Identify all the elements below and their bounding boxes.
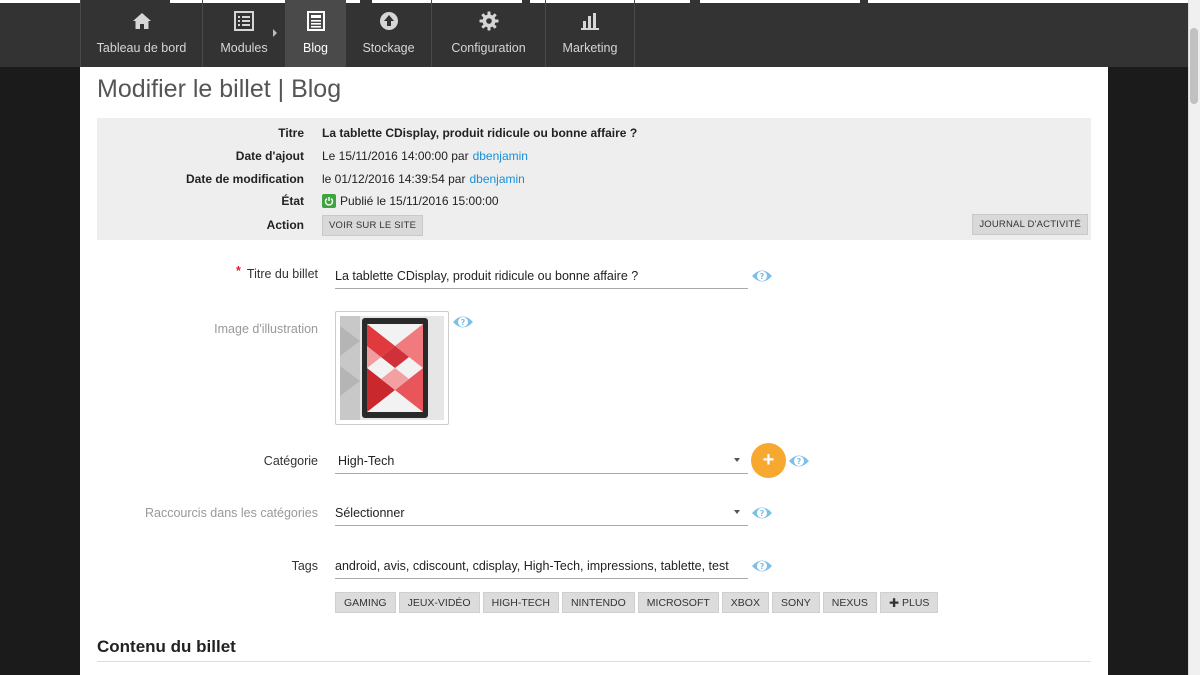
tag-button[interactable]: MICROSOFT — [637, 592, 719, 613]
page-title: Modifier le billet | Blog — [97, 75, 342, 103]
category-select-value: High-Tech — [338, 453, 395, 468]
svg-text:?: ? — [760, 272, 765, 281]
plus-icon: ✚ — [888, 595, 899, 610]
post-title-input[interactable]: La tablette CDisplay, produit ridicule o… — [335, 263, 748, 289]
scrollbar-thumb[interactable] — [1190, 28, 1198, 104]
nav-label: Blog — [302, 41, 329, 55]
meta-value: le 01/12/2016 14:39:54 par dbenjamin — [322, 172, 525, 186]
upload-icon — [379, 10, 399, 32]
post-title-value: La tablette CDisplay, produit ridicule o… — [322, 126, 638, 140]
editor-link[interactable]: dbenjamin — [469, 172, 524, 186]
view-on-site-button[interactable]: VOIR SUR LE SITE — [322, 214, 424, 236]
tags-input-value: android, avis, cdiscount, cdisplay, High… — [335, 558, 729, 573]
post-title-label-text: Titre du billet — [246, 267, 318, 281]
svg-text:?: ? — [760, 562, 765, 571]
meta-row-action: Action VOIR SUR LE SITE — [97, 214, 424, 236]
category-shortcuts-select[interactable]: Sélectionner — [335, 500, 748, 526]
nav-item-modules[interactable]: Modules — [202, 0, 285, 67]
tag-button[interactable]: HIGH-TECH — [482, 592, 559, 613]
meta-row-date-ajout: Date d'ajout Le 15/11/2016 14:00:00 par … — [97, 146, 528, 166]
category-shortcuts-value: Sélectionner — [335, 505, 405, 520]
meta-label: Date de modification — [185, 172, 304, 186]
help-icon[interactable]: ? — [452, 312, 474, 332]
more-tags-label: PLUS — [902, 596, 930, 609]
meta-row-date-modification: Date de modification le 01/12/2016 14:39… — [97, 169, 525, 189]
category-shortcuts-label: Raccourcis dans les catégories — [145, 506, 318, 520]
chevron-right-icon — [273, 29, 277, 37]
svg-text:?: ? — [760, 509, 765, 518]
meta-value: Le 15/11/2016 14:00:00 par dbenjamin — [322, 149, 528, 163]
top-navigation-bar: Tableau de bord Modules Blog Stockage Co… — [0, 0, 1188, 67]
tablet-photo — [340, 316, 444, 420]
nav-item-tableau-de-bord[interactable]: Tableau de bord — [80, 0, 202, 67]
divider — [97, 661, 1091, 662]
blog-icon — [306, 10, 325, 32]
date-ajout-value: Le 15/11/2016 14:00:00 par — [322, 149, 469, 163]
meta-value: VOIR SUR LE SITE — [322, 214, 424, 236]
nav-label: Tableau de bord — [96, 41, 187, 55]
svg-text:?: ? — [797, 457, 802, 466]
tag-button[interactable]: NINTENDO — [561, 592, 635, 613]
help-icon[interactable]: ? — [751, 266, 773, 286]
author-link[interactable]: dbenjamin — [473, 149, 528, 163]
status-value: Publié le 15/11/2016 15:00:00 — [340, 194, 499, 208]
dropdown-arrow-icon — [734, 510, 740, 514]
meta-label: Titre — [278, 126, 304, 140]
home-icon — [132, 10, 152, 32]
required-marker: * — [236, 264, 241, 278]
main-menu: Tableau de bord Modules Blog Stockage Co… — [80, 0, 635, 67]
nav-label: Stockage — [362, 41, 415, 55]
modules-icon — [234, 10, 254, 32]
post-info-panel: Titre La tablette CDisplay, produit ridi… — [97, 118, 1091, 240]
date-modification-value: le 01/12/2016 14:39:54 par — [322, 172, 466, 186]
tag-button[interactable]: JEUX-VIDÉO — [398, 592, 480, 613]
nav-item-stockage[interactable]: Stockage — [345, 0, 431, 67]
category-select[interactable]: High-Tech — [335, 448, 748, 474]
tag-button[interactable]: XBOX — [721, 592, 769, 613]
nav-item-blog[interactable]: Blog — [285, 0, 345, 67]
content-section-title: Contenu du billet — [97, 637, 236, 656]
main-content: Modifier le billet | Blog Titre La table… — [80, 67, 1108, 675]
post-title-input-value: La tablette CDisplay, produit ridicule o… — [335, 268, 639, 283]
tag-button[interactable]: GAMING — [335, 592, 396, 613]
tab-strip — [0, 0, 80, 3]
nav-label: Modules — [220, 41, 268, 55]
tags-label: Tags — [291, 559, 318, 573]
tab-strip — [868, 0, 1188, 3]
power-icon — [322, 194, 336, 208]
meta-row-etat: État Publié le 15/11/2016 15:00:00 — [97, 191, 499, 211]
nav-label: Configuration — [451, 41, 526, 55]
activity-log-button[interactable]: JOURNAL D'ACTIVITÉ — [972, 214, 1088, 235]
help-icon[interactable]: ? — [788, 451, 810, 471]
nav-label: Marketing — [562, 41, 618, 55]
help-icon[interactable]: ? — [751, 556, 773, 576]
tags-input[interactable]: android, avis, cdiscount, cdisplay, High… — [335, 553, 748, 579]
meta-label: Action — [266, 218, 304, 232]
gear-icon — [479, 10, 499, 32]
meta-label: Date d'ajout — [235, 149, 304, 163]
more-tags-button[interactable]: ✚ PLUS — [879, 592, 939, 613]
dropdown-arrow-icon — [734, 458, 740, 462]
illustration-image[interactable] — [335, 311, 449, 425]
help-icon[interactable]: ? — [751, 503, 773, 523]
nav-item-configuration[interactable]: Configuration — [431, 0, 545, 67]
tag-button[interactable]: SONY — [771, 592, 820, 613]
nav-item-marketing[interactable]: Marketing — [545, 0, 635, 67]
meta-row-titre: Titre La tablette CDisplay, produit ridi… — [97, 123, 637, 143]
meta-label: État — [281, 194, 304, 208]
meta-value: La tablette CDisplay, produit ridicule o… — [322, 126, 637, 140]
tab-strip — [700, 0, 860, 3]
meta-value: Publié le 15/11/2016 15:00:00 — [322, 194, 499, 208]
tag-suggestions: GAMING JEUX-VIDÉO HIGH-TECH NINTENDO MIC… — [335, 592, 939, 613]
post-title-label: * Titre du billet — [80, 264, 318, 281]
bar-chart-icon — [580, 10, 600, 32]
svg-text:?: ? — [461, 318, 466, 327]
add-category-button[interactable]: + — [751, 443, 786, 478]
vertical-scrollbar[interactable] — [1188, 0, 1200, 675]
category-label: Catégorie — [263, 454, 318, 468]
image-label: Image d'illustration — [214, 322, 318, 336]
tag-button[interactable]: NEXUS — [822, 592, 877, 613]
